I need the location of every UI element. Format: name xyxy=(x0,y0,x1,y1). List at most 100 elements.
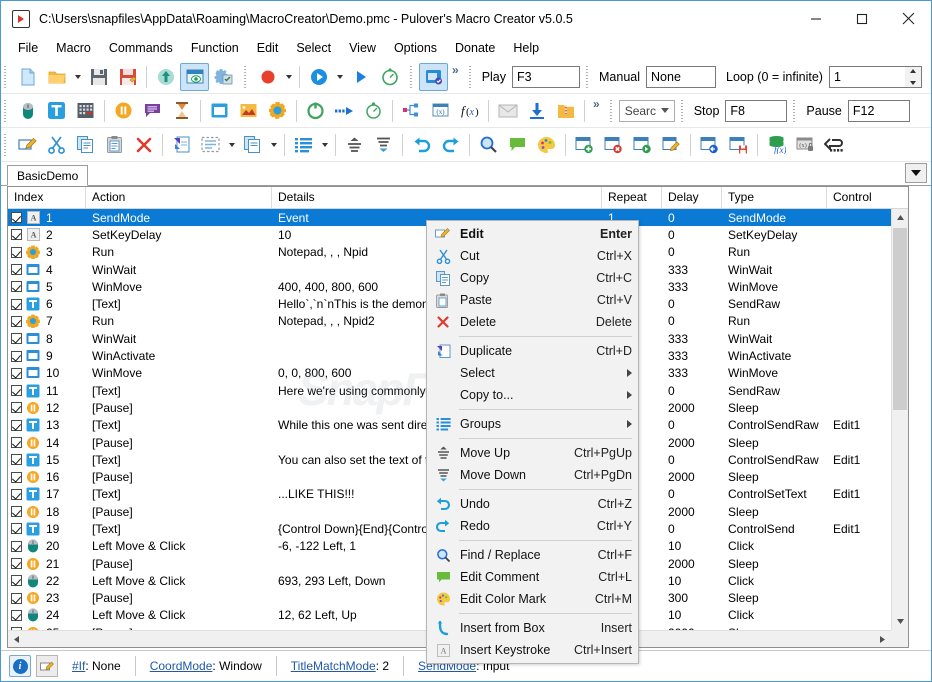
row-checkbox[interactable] xyxy=(11,609,22,621)
context-menu[interactable]: Edit Enter Cut Ctrl+X Copy Ctrl+C Paste Ctrl+V D… xyxy=(426,220,639,664)
duplicate-icon[interactable] xyxy=(167,131,196,159)
context-menu-item-duplicate[interactable]: Duplicate Ctrl+D xyxy=(427,340,638,362)
context-menu-item-insert-from-box[interactable]: Insert from Box Insert xyxy=(427,617,638,639)
open-folder-icon[interactable] xyxy=(42,63,71,91)
add-tab-icon[interactable] xyxy=(570,131,599,159)
function-icon[interactable]: f(x) xyxy=(455,97,484,125)
paste-icon[interactable] xyxy=(100,131,129,159)
play-hotkey-input[interactable] xyxy=(512,65,581,88)
control-gear-icon[interactable] xyxy=(263,97,292,125)
toolbar-overflow-icon[interactable]: » xyxy=(589,97,604,111)
menu-edit[interactable]: Edit xyxy=(248,38,288,58)
delete-x-icon[interactable] xyxy=(129,131,158,159)
scroll-up-icon[interactable] xyxy=(892,209,908,226)
row-checkbox[interactable] xyxy=(11,540,22,552)
keyboard-icon[interactable] xyxy=(71,97,100,125)
info-icon[interactable]: i xyxy=(9,655,31,677)
row-checkbox[interactable] xyxy=(11,454,22,466)
static-vars-icon[interactable]: (x) xyxy=(791,131,820,159)
find-replace-icon[interactable] xyxy=(474,131,503,159)
scroll-down-icon[interactable] xyxy=(892,613,908,630)
text-icon[interactable] xyxy=(42,97,71,125)
toolbar-grip-pause[interactable] xyxy=(790,97,798,124)
context-menu-item-undo[interactable]: Undo Ctrl+Z xyxy=(427,493,638,515)
menu-macro[interactable]: Macro xyxy=(47,38,100,58)
context-menu-item-insert-keystroke[interactable]: A Insert Keystroke Ctrl+Insert xyxy=(427,639,638,661)
groups-dropdown-icon[interactable] xyxy=(318,131,331,159)
menu-view[interactable]: View xyxy=(340,38,385,58)
copy-to-dropdown-icon[interactable] xyxy=(267,131,280,159)
capture-window-icon[interactable] xyxy=(419,62,448,91)
toolbar-grip[interactable] xyxy=(1,63,8,90)
context-menu-item-edit-color-mark[interactable]: Edit Color Mark Ctrl+M xyxy=(427,588,638,610)
row-checkbox[interactable] xyxy=(11,488,22,500)
context-menu-item-find-replace[interactable]: Find / Replace Ctrl+F xyxy=(427,544,638,566)
color-mark-icon[interactable] xyxy=(532,131,561,159)
status-link-titlematchmode[interactable]: TitleMatchMode xyxy=(291,659,376,673)
context-menu-item-groups[interactable]: Groups xyxy=(427,413,638,435)
return-icon[interactable] xyxy=(820,131,849,159)
move-up-icon[interactable] xyxy=(340,131,369,159)
row-checkbox[interactable] xyxy=(11,264,22,276)
row-checkbox[interactable] xyxy=(11,367,22,379)
row-checkbox[interactable] xyxy=(11,402,22,414)
move-down-icon[interactable] xyxy=(369,131,398,159)
stop-hotkey-input[interactable] xyxy=(725,99,788,122)
search-combo[interactable]: Searc xyxy=(618,99,675,122)
copy-to-icon[interactable] xyxy=(238,131,267,159)
undo-icon[interactable] xyxy=(407,131,436,159)
column-header-type[interactable]: Type xyxy=(722,187,827,208)
column-header-index[interactable]: Index xyxy=(8,187,86,208)
menu-donate[interactable]: Donate xyxy=(446,38,504,58)
tab-basicdemo[interactable]: BasicDemo xyxy=(7,165,89,186)
save-icon[interactable] xyxy=(84,63,113,91)
context-menu-item-redo[interactable]: Redo Ctrl+Y xyxy=(427,515,638,537)
pause-icon[interactable] xyxy=(109,97,138,125)
message-icon[interactable] xyxy=(138,97,167,125)
context-menu-item-edit[interactable]: Edit Enter xyxy=(427,223,638,245)
column-header-repeat[interactable]: Repeat xyxy=(602,187,662,208)
new-file-icon[interactable] xyxy=(13,63,42,91)
save-tab-icon[interactable] xyxy=(724,131,753,159)
copy-icon[interactable] xyxy=(71,131,100,159)
menu-commands[interactable]: Commands xyxy=(100,38,182,58)
row-checkbox[interactable] xyxy=(11,281,22,293)
timer-green-icon[interactable] xyxy=(359,97,388,125)
open-dropdown-icon[interactable] xyxy=(71,63,84,91)
select-icon[interactable] xyxy=(196,131,225,159)
vertical-scrollbar[interactable] xyxy=(891,209,908,630)
select-dropdown-icon[interactable] xyxy=(225,131,238,159)
loop-stepper[interactable] xyxy=(904,65,922,88)
toolbar-grip-commands[interactable] xyxy=(1,97,8,124)
context-menu-item-cut[interactable]: Cut Ctrl+X xyxy=(427,245,638,267)
column-header-control[interactable]: Control xyxy=(827,187,892,208)
context-menu-item-paste[interactable]: Paste Ctrl+V xyxy=(427,289,638,311)
goto-arrow-icon[interactable] xyxy=(330,97,359,125)
row-checkbox[interactable] xyxy=(11,315,22,327)
image-search-icon[interactable] xyxy=(234,97,263,125)
context-menu-item-edit-comment[interactable]: Edit Comment Ctrl+L xyxy=(427,566,638,588)
column-header-details[interactable]: Details xyxy=(272,187,602,208)
pause-hotkey-input[interactable] xyxy=(847,99,910,122)
close-icon[interactable] xyxy=(885,1,931,36)
record-icon[interactable] xyxy=(253,63,282,91)
row-checkbox[interactable] xyxy=(11,575,22,587)
menu-function[interactable]: Function xyxy=(182,38,248,58)
row-checkbox[interactable] xyxy=(11,212,22,224)
row-checkbox[interactable] xyxy=(11,333,22,345)
toolbar-overflow-icon[interactable]: » xyxy=(448,63,463,77)
toolbar-grip-search[interactable] xyxy=(606,97,614,124)
export-up-icon[interactable] xyxy=(151,63,180,91)
file-zip-icon[interactable] xyxy=(551,97,580,125)
toolbar-grip-capture[interactable] xyxy=(407,63,414,90)
minimize-icon[interactable] xyxy=(793,1,839,36)
save-as-icon[interactable] xyxy=(113,63,142,91)
status-link-if[interactable]: #If xyxy=(72,659,85,673)
edit-row-icon[interactable] xyxy=(36,655,58,677)
scroll-right-icon[interactable] xyxy=(874,631,891,647)
column-header-delay[interactable]: Delay xyxy=(662,187,722,208)
settings-gear-icon[interactable] xyxy=(209,63,238,91)
redo-icon[interactable] xyxy=(436,131,465,159)
play-dropdown-icon[interactable] xyxy=(333,63,346,91)
comment-icon[interactable] xyxy=(503,131,532,159)
